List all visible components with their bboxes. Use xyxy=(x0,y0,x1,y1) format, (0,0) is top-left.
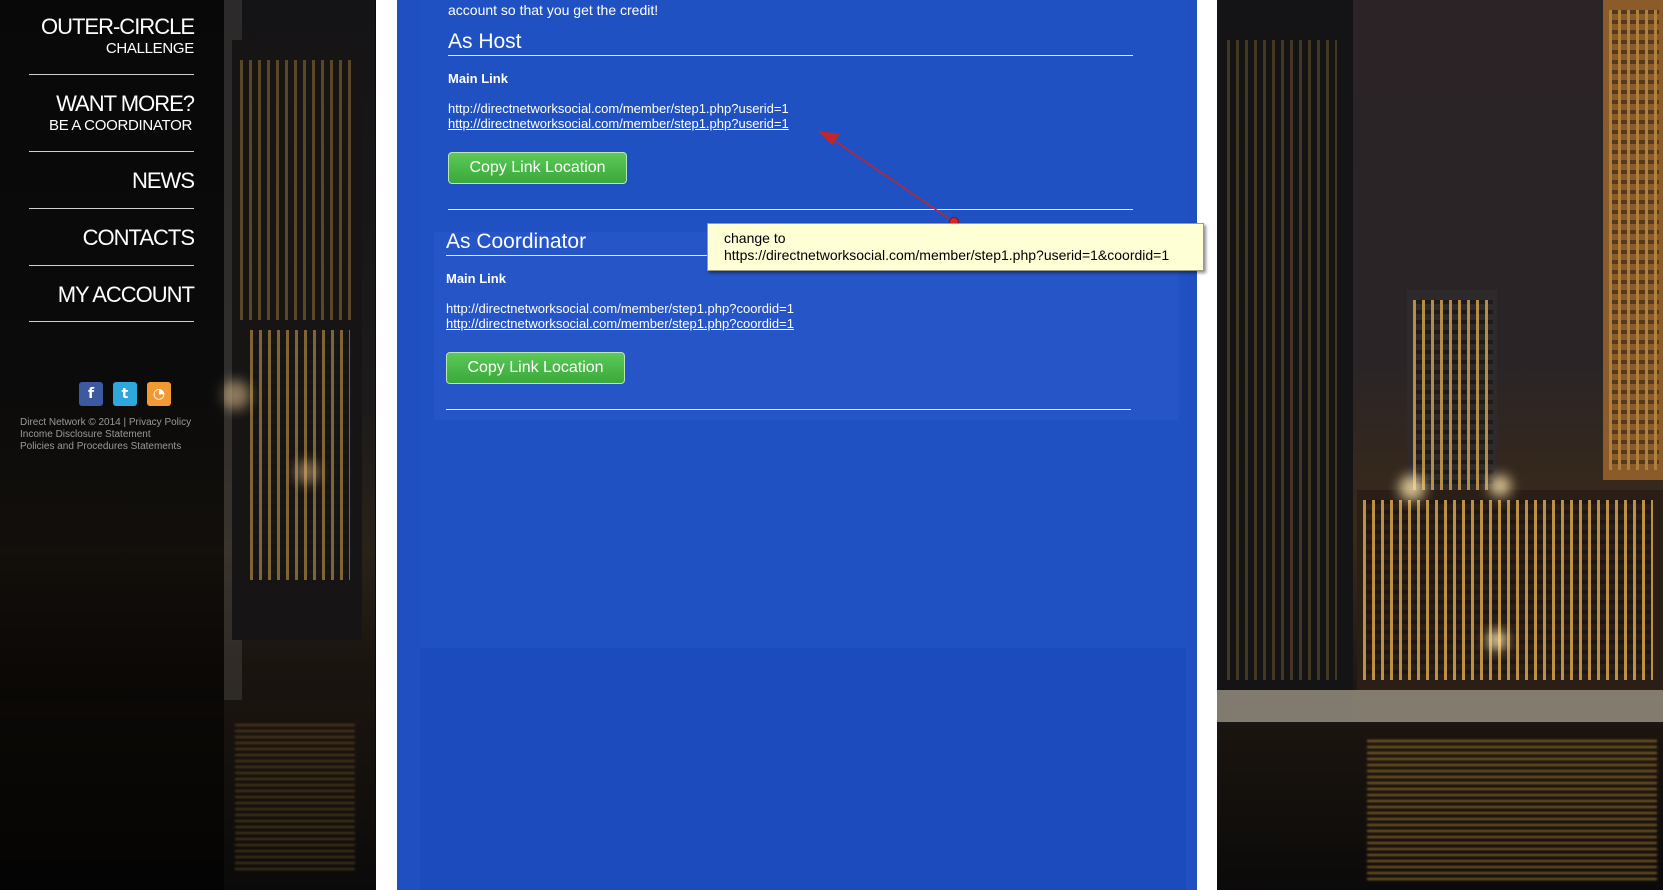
annotation-note-line2: https://directnetworksocial.com/member/s… xyxy=(724,247,1170,263)
annotation-arrow-line xyxy=(831,138,955,223)
annotation-note-line1: change to xyxy=(724,230,786,246)
annotation-arrow xyxy=(818,131,959,227)
annotation-note: change to https://directnetworksocial.co… xyxy=(707,223,1204,271)
